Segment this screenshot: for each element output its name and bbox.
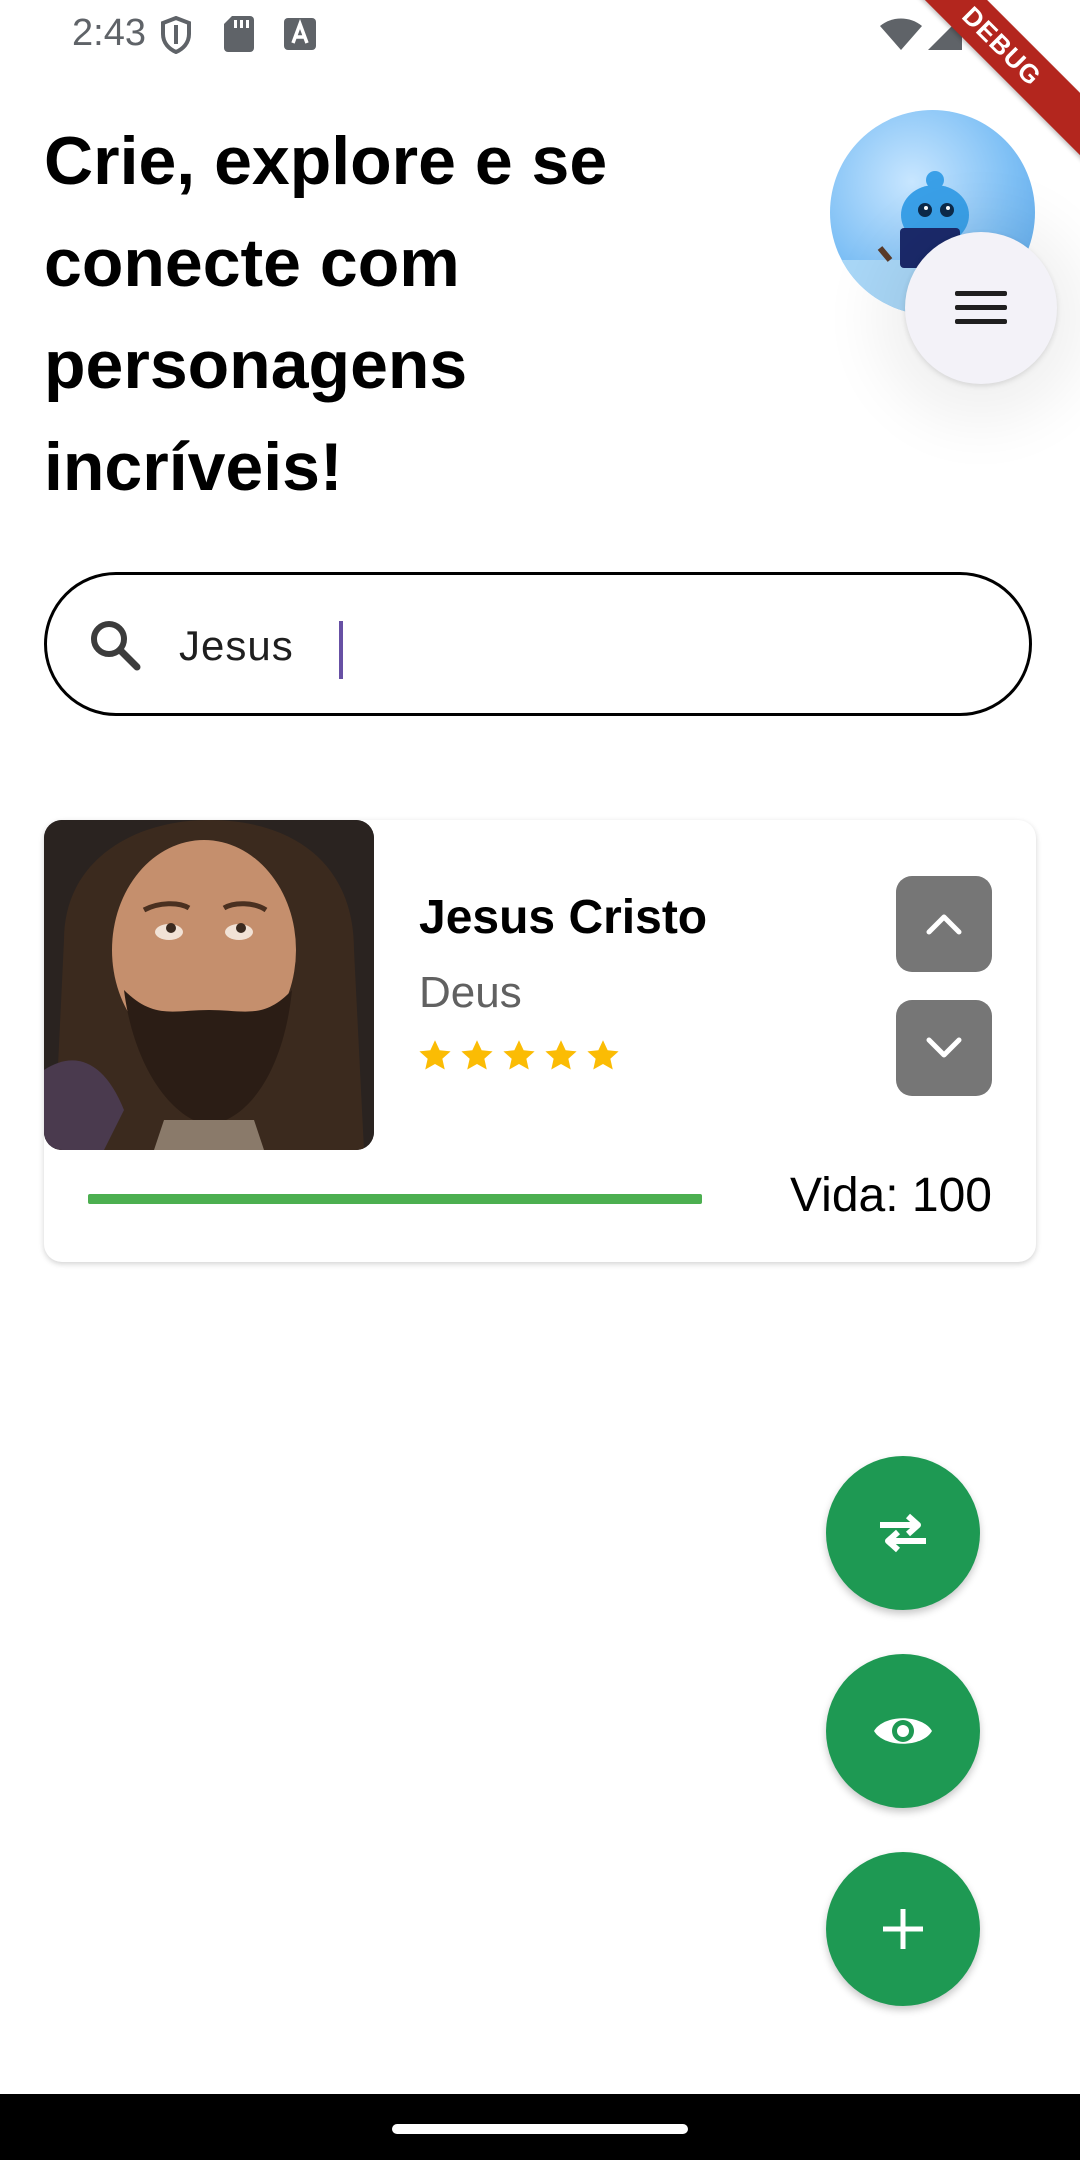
page-title: Crie, explore e se conecte com personage… <box>44 123 608 505</box>
wifi-icon <box>880 18 922 55</box>
rating-stars <box>417 1038 621 1074</box>
system-nav-bar <box>0 2094 1080 2160</box>
chevron-down-icon <box>926 1037 962 1058</box>
menu-button[interactable] <box>905 232 1057 384</box>
sd-card-icon <box>224 16 254 57</box>
move-up-button[interactable] <box>896 876 992 972</box>
swap-icon <box>880 1513 926 1553</box>
hamburger-menu-icon <box>955 291 1007 324</box>
add-button[interactable] <box>826 1852 980 2006</box>
app-screen: 2:43 DEBUG Crie, explore e se conecte co… <box>0 0 1080 2160</box>
move-down-button[interactable] <box>896 1000 992 1096</box>
star-icon <box>419 1040 451 1070</box>
shield-icon <box>160 15 192 59</box>
character-photo <box>44 820 374 1150</box>
search-input[interactable] <box>177 605 981 687</box>
status-bar: 2:43 DEBUG <box>0 0 1080 168</box>
chevron-up-icon <box>926 914 962 935</box>
home-gesture-handle[interactable] <box>392 2124 688 2134</box>
view-button[interactable] <box>826 1654 980 1808</box>
search-bar[interactable] <box>44 572 1032 716</box>
life-progress-fill <box>88 1194 702 1204</box>
character-card[interactable]: Jesus Cristo Deus Vida: 100 <box>44 820 1036 1262</box>
life-label: Vida: 100 <box>790 1169 992 1222</box>
character-name: Jesus Cristo <box>419 891 708 944</box>
star-icon <box>545 1040 577 1070</box>
text-caret <box>339 621 343 679</box>
swap-button[interactable] <box>826 1456 980 1610</box>
eye-icon <box>874 1718 932 1744</box>
plus-icon <box>883 1909 923 1949</box>
star-icon <box>503 1040 535 1070</box>
star-icon <box>587 1040 619 1070</box>
star-icon <box>461 1040 493 1070</box>
status-time: 2:43 <box>72 12 146 54</box>
character-role: Deus <box>419 968 522 1017</box>
keyboard-a-icon <box>284 16 316 57</box>
search-icon <box>87 617 143 678</box>
life-progress-bar <box>88 1194 702 1204</box>
